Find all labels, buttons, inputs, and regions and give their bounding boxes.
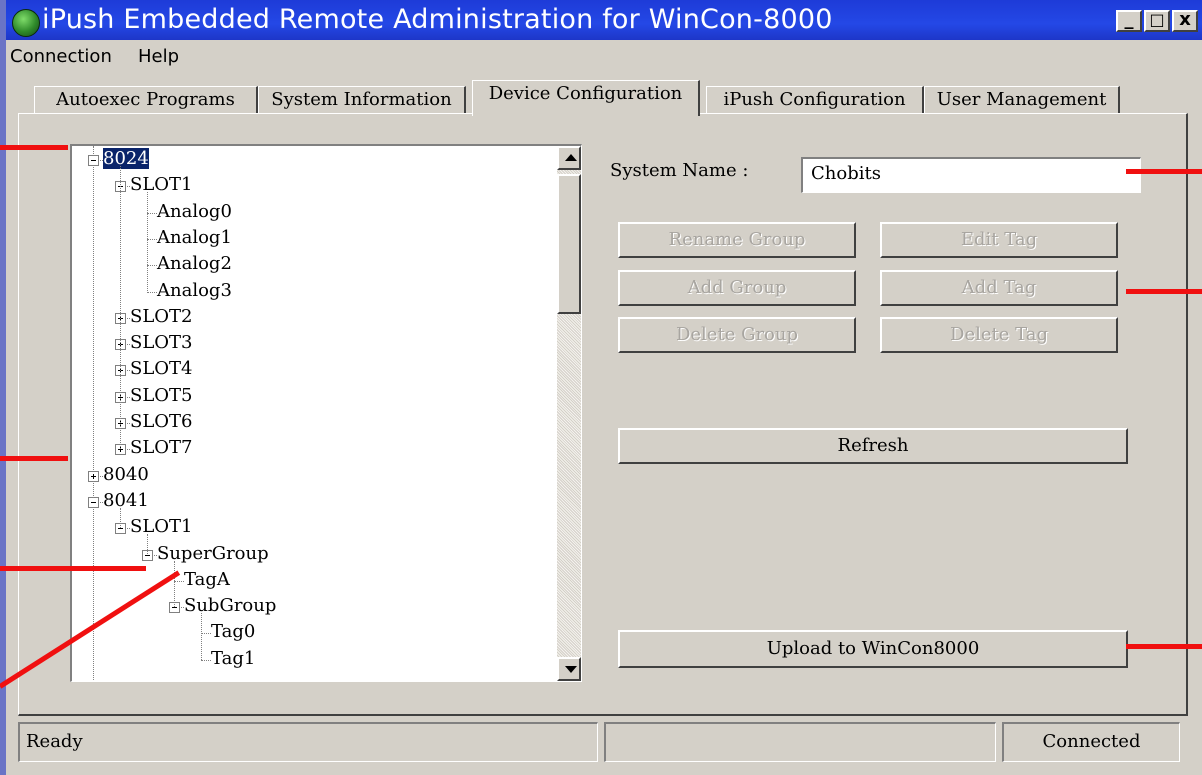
tree-item[interactable]: SLOT2 [130,306,193,328]
tree-guide [147,534,148,555]
tree-guide [120,166,121,450]
tree-connector [147,291,157,293]
annotation-line [0,145,68,150]
tree-item-label: Analog1 [157,226,232,248]
tree-item[interactable]: TagA [184,569,230,591]
tab-device-configuration[interactable]: Device Configuration [472,80,700,116]
add-group-button[interactable]: Add Group [618,270,856,306]
tree-item[interactable]: SLOT7 [130,437,193,459]
expand-icon[interactable] [88,470,99,482]
tree-guide [147,192,148,292]
tree-item-label: SubGroup [184,595,277,617]
annotation-line [1126,169,1202,174]
tree-connector [174,580,184,582]
tab-ipush-configuration[interactable]: iPush Configuration [706,86,924,114]
add-tag-button[interactable]: Add Tag [880,270,1118,306]
tree-item[interactable]: SLOT5 [130,385,193,407]
menu-help[interactable]: Help [138,46,179,67]
minimize-button[interactable]: _ [1116,10,1142,32]
tree-item-label: SLOT1 [130,516,193,538]
upload-button[interactable]: Upload to WinCon8000 [618,630,1128,668]
tab-user-management[interactable]: User Management [924,86,1120,114]
edit-tag-button[interactable]: Edit Tag [880,222,1118,258]
tree-item[interactable]: Analog0 [157,201,232,223]
scroll-up-button[interactable] [557,146,581,170]
window-title: iPush Embedded Remote Administration for… [42,4,833,35]
close-button[interactable]: x [1172,10,1198,32]
tree-item[interactable]: Analog1 [157,227,232,249]
tree-item-label: SLOT5 [130,384,193,406]
tree-item[interactable]: SLOT4 [130,358,193,380]
annotation-line [0,456,68,461]
system-name-input[interactable]: Chobits [801,157,1141,193]
tree-item[interactable]: Tag1 [211,648,255,670]
tree-item[interactable]: Analog2 [157,253,232,275]
menu-bar: Connection Help [6,42,1202,70]
arrow-up-icon [565,154,577,161]
tree-item[interactable]: SLOT1 [130,516,193,538]
arrow-down-icon [565,666,577,673]
tree-item-label: 8040 [103,463,149,485]
tree-item-label: Analog2 [157,253,232,275]
rename-group-button[interactable]: Rename Group [618,222,856,258]
tree-item-label: Analog3 [157,279,232,301]
annotation-line [0,566,146,571]
tree-item[interactable]: 8041 [103,490,149,512]
tree-item-label: 8024 [103,148,149,169]
tree-connector [147,212,157,214]
tree-item[interactable]: 8024 [103,148,149,170]
annotation-line [1126,289,1202,294]
tree-connector [201,633,211,635]
tab-system-information[interactable]: System Information [258,86,466,114]
refresh-button[interactable]: Refresh [618,428,1128,464]
tree-item[interactable]: SLOT3 [130,332,193,354]
tree-item-label: SLOT7 [130,437,193,459]
tree-item[interactable]: SLOT6 [130,411,193,433]
connection-status: Connected [1002,722,1180,762]
tree-item[interactable]: SubGroup [184,595,276,617]
menu-connection[interactable]: Connection [10,46,112,67]
tree-item-label: SLOT6 [130,411,193,432]
maximize-button[interactable]: □ [1144,10,1170,32]
annotation-line [1126,644,1202,649]
tree-item-label: SLOT4 [130,358,193,380]
delete-group-button[interactable]: Delete Group [618,317,856,353]
tree-scrollbar[interactable] [557,146,581,681]
tab-autoexec-programs[interactable]: Autoexec Programs [34,86,258,114]
status-middle [604,722,996,762]
delete-tag-button[interactable]: Delete Tag [880,317,1118,353]
collapse-icon[interactable] [88,496,99,508]
tree-connector [147,265,157,267]
tree-guide [93,146,94,681]
tree-connector [201,659,211,661]
title-bar[interactable]: iPush Embedded Remote Administration for… [6,0,1202,40]
tree-item-label: Tag0 [211,621,256,643]
tree-guide [201,613,202,660]
tree-item[interactable]: 8040 [103,464,149,486]
tree-item[interactable]: Analog3 [157,280,232,302]
tree-item-label: Tag1 [211,647,256,669]
system-name-label: System Name : [610,160,749,181]
globe-icon [12,9,40,37]
tree-guide [120,507,121,529]
status-text: Ready [18,722,598,762]
collapse-icon[interactable] [88,155,99,166]
scroll-thumb[interactable] [557,174,581,314]
tree-item[interactable]: SLOT1 [130,174,193,196]
status-bar: Ready Connected [18,722,1202,766]
tree-item-label: SLOT3 [130,332,193,354]
tree-guide [174,560,175,608]
tree-connector [147,238,157,240]
tree-item-label: SLOT1 [130,174,193,196]
tab-strip: Autoexec Programs System Information Dev… [18,80,1138,116]
tree-item-label: 8041 [103,489,149,511]
tree-item[interactable]: Tag0 [211,621,255,643]
tree-item-label: TagA [184,568,230,590]
tree-item-label: Analog0 [157,200,232,222]
scroll-down-button[interactable] [557,657,581,681]
device-tree[interactable]: 8024 SLOT1 Analog0 Analog1 Analog2 Analog3 SLO… [70,144,582,682]
tree-item-label: SLOT2 [130,305,193,327]
